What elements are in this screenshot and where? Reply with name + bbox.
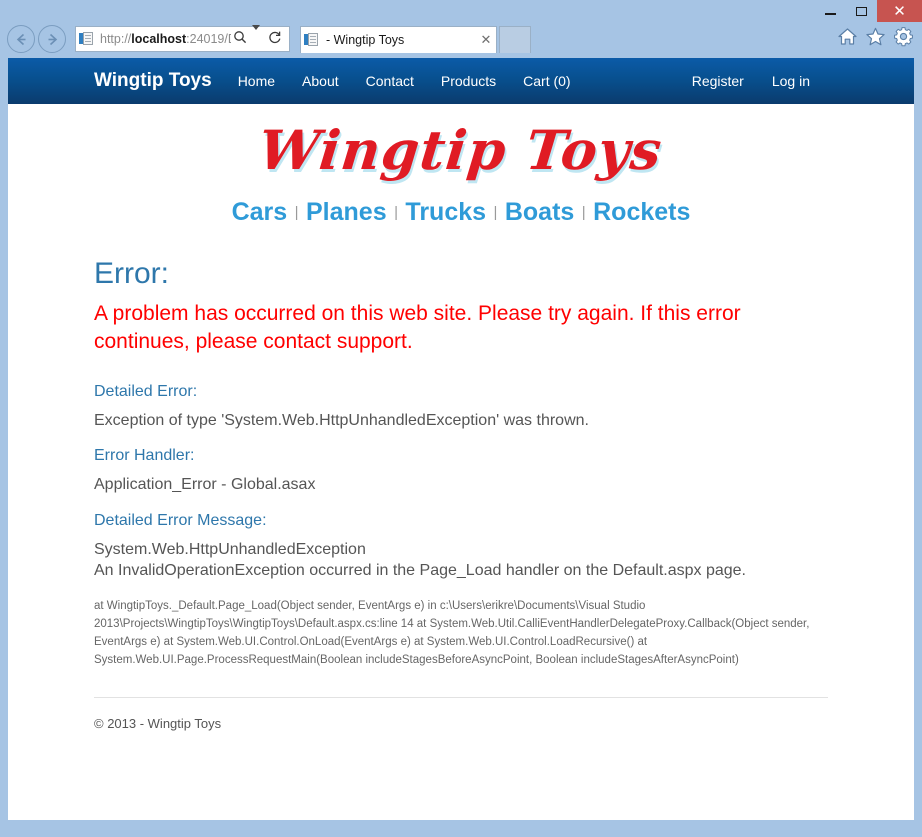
search-icon	[234, 30, 247, 43]
browser-window: ✕ http://localhost:24019/ - Wingtip Toys…	[0, 0, 922, 837]
category-link-boats[interactable]: Boats	[505, 198, 574, 226]
forward-button[interactable]	[38, 25, 66, 53]
url-scheme: http://	[100, 32, 132, 46]
maximize-button[interactable]	[846, 0, 877, 22]
url-rest: :24019/De	[186, 32, 231, 46]
close-window-button[interactable]: ✕	[877, 0, 922, 22]
search-button[interactable]	[231, 30, 249, 49]
browser-chrome: http://localhost:24019/De	[0, 22, 922, 58]
stack-trace: at WingtipToys._Default.Page_Load(Object…	[94, 600, 810, 666]
category-separator: |	[581, 204, 586, 221]
back-button[interactable]	[7, 25, 35, 53]
new-tab-button[interactable]	[499, 26, 531, 53]
site-navbar: Wingtip Toys Home About Contact Products…	[8, 58, 914, 104]
nav-link-cart[interactable]: Cart (0)	[523, 73, 570, 89]
site-brand[interactable]: Wingtip Toys	[94, 70, 212, 92]
category-link-cars[interactable]: Cars	[232, 198, 288, 226]
nav-link-about[interactable]: About	[302, 73, 339, 89]
tab-title: - Wingtip Toys	[326, 33, 405, 47]
error-handler-label: Error Handler:	[94, 447, 195, 465]
site-logo-wrap: Wingtip Toys	[94, 104, 828, 186]
category-link-trucks[interactable]: Trucks	[405, 198, 486, 226]
settings-gear-icon[interactable]	[893, 26, 914, 52]
window-controls: ✕	[815, 0, 922, 22]
site-logo[interactable]: Wingtip Toys	[256, 118, 666, 182]
detailed-error-message-value: System.Web.HttpUnhandledException An Inv…	[94, 540, 746, 580]
nav-link-products[interactable]: Products	[441, 73, 496, 89]
tab-favicon	[304, 32, 320, 48]
close-icon: ✕	[893, 2, 906, 20]
title-bar: ✕	[0, 0, 922, 22]
maximize-icon	[856, 6, 867, 16]
address-bar-url: http://localhost:24019/De	[100, 32, 231, 46]
forward-arrow-icon	[48, 33, 57, 45]
refresh-icon	[269, 31, 281, 43]
minimize-button[interactable]	[815, 0, 846, 22]
nav-link-register[interactable]: Register	[692, 73, 744, 89]
refresh-button[interactable]	[263, 30, 285, 49]
address-bar[interactable]: http://localhost:24019/De	[75, 25, 290, 52]
category-separator: |	[493, 204, 498, 221]
category-separator: |	[394, 204, 398, 221]
nav-link-home[interactable]: Home	[238, 73, 275, 89]
address-dropdown-button[interactable]	[249, 25, 263, 48]
error-title: Error:	[94, 257, 169, 290]
site-nav-links: Home About Contact Products Cart (0)	[238, 73, 571, 89]
back-arrow-icon	[16, 33, 25, 45]
browser-toolbar-icons	[837, 26, 914, 52]
address-bar-tools	[231, 25, 285, 49]
category-link-rockets[interactable]: Rockets	[593, 198, 690, 226]
nav-link-contact[interactable]: Contact	[366, 73, 414, 89]
nav-link-login[interactable]: Log in	[772, 73, 810, 89]
tab-close-button[interactable]: ✕	[476, 32, 496, 48]
detailed-error-label: Detailed Error:	[94, 382, 198, 400]
category-link-planes[interactable]: Planes	[306, 198, 387, 226]
page-viewport: Wingtip Toys Home About Contact Products…	[8, 58, 914, 820]
favorites-star-icon[interactable]	[865, 26, 886, 52]
detailed-error-value: Exception of type 'System.Web.HttpUnhand…	[94, 411, 589, 429]
site-footer: © 2013 - Wingtip Toys	[94, 716, 222, 732]
page-document-icon	[79, 31, 95, 47]
category-separator: |	[294, 204, 299, 221]
browser-tab[interactable]: - Wingtip Toys ✕	[300, 26, 497, 53]
chevron-down-icon	[252, 25, 260, 47]
error-message: A problem has occurred on this web site.…	[94, 302, 741, 354]
page-container: Wingtip Toys Cars | Planes | Trucks | Bo…	[8, 104, 914, 731]
home-icon[interactable]	[837, 26, 858, 52]
site-nav-account-links: Register Log in	[692, 73, 914, 89]
category-links: Cars | Planes | Trucks | Boats | Rockets	[94, 186, 828, 239]
url-host: localhost	[131, 32, 187, 46]
minimize-icon	[825, 13, 836, 15]
error-handler-value: Application_Error - Global.asax	[94, 476, 316, 494]
detailed-error-message-label: Detailed Error Message:	[94, 511, 267, 529]
